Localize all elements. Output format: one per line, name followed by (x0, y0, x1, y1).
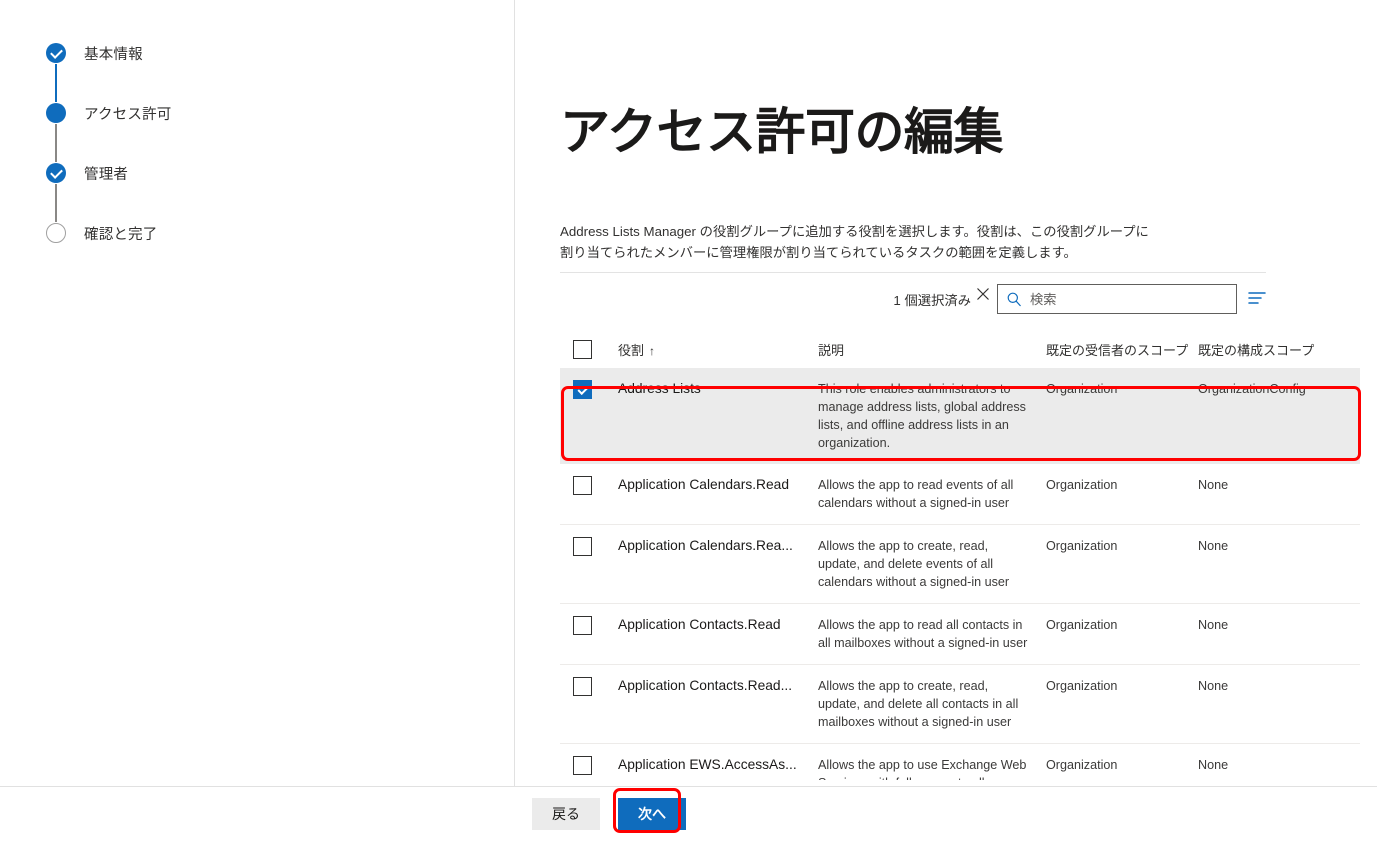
row-checkbox-cell (560, 616, 618, 652)
roles-table: 役割 ↑ 説明 既定の受信者のスコープ 既定の構成スコープ Address Lis… (560, 330, 1360, 780)
wizard-step-connector (55, 64, 57, 102)
table-header-row: 役割 ↑ 説明 既定の受信者のスコープ 既定の構成スコープ (560, 330, 1360, 368)
row-checkbox-cell (560, 537, 618, 591)
column-header-recipient-scope[interactable]: 既定の受信者のスコープ (1046, 340, 1198, 359)
cell-config-scope: None (1198, 539, 1229, 553)
cell-description: Allows the app to read all contacts in a… (818, 618, 1028, 650)
table-row[interactable]: Address Lists This role enables administ… (560, 368, 1360, 464)
header-divider (560, 272, 1266, 273)
search-box[interactable] (997, 284, 1237, 314)
main-panel: アクセス許可の編集 Address Lists Manager の役割グループに… (516, 0, 1377, 786)
table-row[interactable]: Application EWS.AccessAs... Allows the a… (560, 744, 1360, 780)
page-title: アクセス許可の編集 (560, 103, 1004, 160)
back-button[interactable]: 戻る (532, 798, 600, 830)
cell-role: Application Contacts.Read (618, 617, 781, 632)
table-row[interactable]: Application Contacts.Read... Allows the … (560, 665, 1360, 744)
row-checkbox[interactable] (573, 677, 592, 696)
command-bar: 1 個選択済み (560, 282, 1293, 316)
table-row[interactable]: Application Calendars.Rea... Allows the … (560, 525, 1360, 604)
filter-icon[interactable] (1248, 290, 1266, 306)
cell-role: Application Contacts.Read... (618, 678, 793, 693)
filled-circle-icon (46, 103, 66, 123)
cell-config-scope: None (1198, 478, 1229, 492)
column-header-description[interactable]: 説明 (818, 340, 1046, 359)
row-checkbox[interactable] (573, 476, 592, 495)
wizard-step-1[interactable]: 基本情報 (46, 42, 143, 64)
row-checkbox-cell (560, 380, 618, 452)
cell-role: Application EWS.AccessAs... (618, 757, 797, 772)
page-description: Address Lists Manager の役割グループに追加する役割を選択し… (560, 224, 1149, 261)
cell-recipient-scope: Organization (1046, 679, 1118, 693)
wizard-step-connector (55, 184, 57, 222)
cell-role: Address Lists (618, 381, 701, 396)
check-circle-icon (46, 43, 66, 63)
cell-config-scope: None (1198, 758, 1229, 772)
cell-description: Allows the app to create, read, update, … (818, 539, 1010, 589)
header-select-all-cell (560, 339, 618, 359)
footer-bar: 戻る 次へ (0, 786, 1377, 844)
cell-recipient-scope: Organization (1046, 758, 1118, 772)
wizard-step-label: アクセス許可 (84, 106, 172, 123)
cell-config-scope: None (1198, 679, 1229, 693)
sort-ascending-icon: ↑ (649, 343, 656, 358)
search-icon (1006, 291, 1022, 307)
wizard-step-label: 基本情報 (84, 46, 143, 63)
column-header-role[interactable]: 役割 ↑ (618, 340, 818, 359)
selection-status: 1 個選択済み (893, 293, 971, 308)
cell-config-scope: None (1198, 618, 1229, 632)
cell-recipient-scope: Organization (1046, 539, 1118, 553)
column-header-config-scope[interactable]: 既定の構成スコープ (1198, 340, 1360, 359)
row-checkbox-cell (560, 677, 618, 731)
search-input[interactable] (1030, 285, 1228, 313)
table-row[interactable]: Application Contacts.Read Allows the app… (560, 604, 1360, 665)
cell-description: Allows the app to use Exchange Web Servi… (818, 758, 1027, 780)
wizard-step-4[interactable]: 確認と完了 (46, 222, 158, 244)
wizard-sidebar: 基本情報アクセス許可 管理者確認と完了 (0, 0, 515, 786)
cell-recipient-scope: Organization (1046, 382, 1118, 396)
cell-recipient-scope: Organization (1046, 478, 1118, 492)
cell-role: Application Calendars.Rea... (618, 538, 793, 553)
table-row[interactable]: Application Calendars.Read Allows the ap… (560, 464, 1360, 525)
cell-description: Allows the app to create, read, update, … (818, 679, 1019, 729)
row-checkbox-cell (560, 476, 618, 512)
select-all-checkbox[interactable] (573, 339, 592, 359)
wizard-step-connector (55, 124, 57, 162)
wizard-step-3[interactable]: 管理者 (46, 162, 128, 184)
wizard-step-2[interactable]: アクセス許可 (46, 102, 171, 124)
cell-role: Application Calendars.Read (618, 477, 790, 492)
row-checkbox[interactable] (573, 756, 592, 775)
cell-recipient-scope: Organization (1046, 618, 1118, 632)
cell-description: This role enables administrators to mana… (818, 382, 1026, 450)
row-checkbox-cell (560, 756, 618, 780)
row-checkbox[interactable] (573, 380, 592, 399)
row-checkbox[interactable] (573, 616, 592, 635)
close-icon[interactable] (975, 286, 993, 304)
wizard-step-label: 確認と完了 (84, 226, 158, 243)
cell-description: Allows the app to read events of all cal… (818, 478, 1014, 510)
next-button[interactable]: 次へ (618, 798, 686, 830)
empty-circle-icon (46, 223, 66, 243)
wizard-step-label: 管理者 (84, 166, 129, 183)
check-circle-icon (46, 163, 66, 183)
cell-config-scope: OrganizationConfig (1198, 382, 1306, 396)
row-checkbox[interactable] (573, 537, 592, 556)
